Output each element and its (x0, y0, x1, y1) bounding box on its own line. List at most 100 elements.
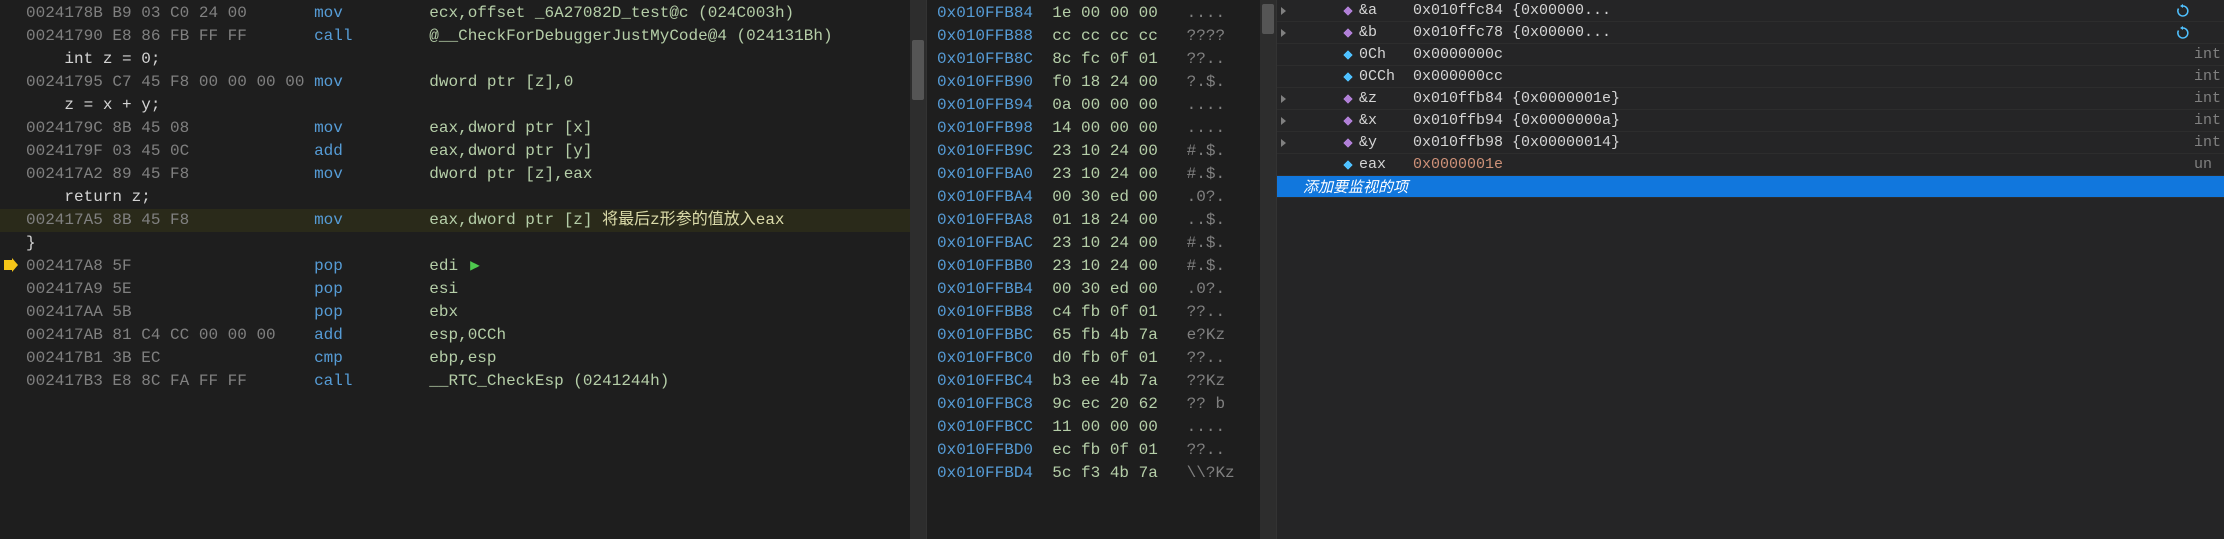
memory-row[interactable]: 0x010FFBA8 01 18 24 00 ..$. (927, 209, 1276, 232)
expand-toggle[interactable] (1281, 29, 1286, 37)
run-pointer-icon[interactable]: ▶ (470, 255, 480, 278)
disasm-line[interactable]: 00241795 C7 45 F8 00 00 00 00 mov dword … (0, 71, 926, 94)
watch-type: int (2194, 68, 2224, 85)
memory-row[interactable]: 0x010FFB9C 23 10 24 00 #.$. (927, 140, 1276, 163)
memory-row[interactable]: 0x010FFBBC 65 fb 4b 7a e?Kz (927, 324, 1276, 347)
memory-address: 0x010FFBA4 (937, 188, 1033, 206)
opcode-bytes: 8B 45 F8 (112, 211, 314, 229)
mnemonic: pop (314, 303, 429, 321)
disasm-line[interactable]: 002417A2 89 45 F8 mov dword ptr [z],eax (0, 163, 926, 186)
memory-row[interactable]: 0x010FFB8C 8c fc 0f 01 ??.. (927, 48, 1276, 71)
expand-toggle[interactable] (1281, 139, 1286, 147)
memory-hex: 8c fc 0f 01 (1033, 50, 1167, 68)
memory-row[interactable]: 0x010FFBC4 b3 ee 4b 7a ??Kz (927, 370, 1276, 393)
disasm-line[interactable]: 0024179C 8B 45 08 mov eax,dword ptr [x] (0, 117, 926, 140)
memory-ascii: .... (1167, 119, 1225, 137)
memory-row[interactable]: 0x010FFBD4 5c f3 4b 7a \\?Kz (927, 462, 1276, 485)
memory-ascii: .... (1167, 418, 1225, 436)
memory-address: 0x010FFBA0 (937, 165, 1033, 183)
memory-row[interactable]: 0x010FFBC8 9c ec 20 62 ?? b (927, 393, 1276, 416)
disasm-line[interactable]: 0024179F 03 45 0C add eax,dword ptr [y] (0, 140, 926, 163)
memory-address: 0x010FFBB8 (937, 303, 1033, 321)
watch-row[interactable]: &y0x010ffb98 {0x00000014}int (1277, 132, 2224, 154)
memory-row[interactable]: 0x010FFBD0 ec fb 0f 01 ??.. (927, 439, 1276, 462)
expand-toggle[interactable] (1281, 117, 1286, 125)
memory-row[interactable]: 0x010FFB84 1e 00 00 00 .... (927, 2, 1276, 25)
opcode-bytes: 5F (112, 257, 314, 275)
memory-row[interactable]: 0x010FFBAC 23 10 24 00 #.$. (927, 232, 1276, 255)
disasm-line[interactable]: 00241790 E8 86 FB FF FF call @__CheckFor… (0, 25, 926, 48)
scrollbar-thumb[interactable] (1262, 4, 1274, 34)
watch-name: &a (1359, 2, 1377, 19)
disasm-scrollbar[interactable] (910, 0, 926, 539)
watch-row[interactable]: eax0x0000001eun (1277, 154, 2224, 176)
address: 002417A5 (26, 211, 112, 229)
memory-ascii: .... (1167, 4, 1225, 22)
watch-add-placeholder[interactable]: 添加要监视的项 (1281, 176, 2224, 197)
memory-row[interactable]: 0x010FFBA4 00 30 ed 00 .0?. (927, 186, 1276, 209)
memory-row[interactable]: 0x010FFBB0 23 10 24 00 #.$. (927, 255, 1276, 278)
opcode-bytes: 3B EC (112, 349, 314, 367)
disasm-line[interactable]: 002417B3 E8 8C FA FF FF call __RTC_Check… (0, 370, 926, 393)
disassembly-panel[interactable]: 0024178B B9 03 C0 24 00 mov ecx,offset _… (0, 0, 926, 539)
expand-toggle[interactable] (1281, 95, 1286, 103)
watch-row[interactable]: 0CCh0x000000ccint (1277, 66, 2224, 88)
opcode-bytes: B9 03 C0 24 00 (112, 4, 314, 22)
operands: @__CheckForDebuggerJustMyCode@4 (024131B… (429, 27, 832, 45)
disasm-line[interactable]: } (0, 232, 926, 255)
memory-hex: 23 10 24 00 (1033, 257, 1167, 275)
operands: esp,0CCh (429, 326, 506, 344)
watch-value: 0x010ffc78 {0x00000... (1413, 24, 2176, 41)
watch-row[interactable]: &a0x010ffc84 {0x00000... (1277, 0, 2224, 22)
watch-row[interactable]: &z0x010ffb84 {0x0000001e}int (1277, 88, 2224, 110)
disasm-line[interactable]: 002417A5 8B 45 F8 mov eax,dword ptr [z] … (0, 209, 926, 232)
refresh-icon[interactable] (2176, 26, 2190, 40)
watch-type: int (2194, 112, 2224, 129)
disasm-line[interactable]: 002417B1 3B EC cmp ebp,esp (0, 347, 926, 370)
memory-hex: 00 30 ed 00 (1033, 280, 1167, 298)
expand-toggle[interactable] (1281, 7, 1286, 15)
watch-value: 0x010ffb98 {0x00000014} (1413, 134, 2194, 151)
watch-value: 0x000000cc (1413, 68, 2194, 85)
memory-panel[interactable]: 0x010FFB84 1e 00 00 00 ....0x010FFB88 cc… (926, 0, 1276, 539)
memory-row[interactable]: 0x010FFB90 f0 18 24 00 ?.$. (927, 71, 1276, 94)
memory-address: 0x010FFBC8 (937, 395, 1033, 413)
memory-row[interactable]: 0x010FFBB8 c4 fb 0f 01 ??.. (927, 301, 1276, 324)
refresh-icon[interactable] (2176, 4, 2190, 18)
memory-hex: 5c f3 4b 7a (1033, 464, 1167, 482)
address: 00241795 (26, 73, 112, 91)
memory-row[interactable]: 0x010FFB94 0a 00 00 00 .... (927, 94, 1276, 117)
watch-name: &b (1359, 24, 1377, 41)
operands: eax,dword ptr [y] (429, 142, 592, 160)
memory-scrollbar[interactable] (1260, 0, 1276, 539)
disasm-line[interactable]: 002417AB 81 C4 CC 00 00 00 add esp,0CCh (0, 324, 926, 347)
scrollbar-thumb[interactable] (912, 40, 924, 100)
watch-panel[interactable]: &a0x010ffc84 {0x00000... &b 0x010ffc78 {0x… (1276, 0, 2224, 539)
memory-row[interactable]: 0x010FFBC0 d0 fb 0f 01 ??.. (927, 347, 1276, 370)
memory-hex: 14 00 00 00 (1033, 119, 1167, 137)
disasm-line[interactable]: return z; (0, 186, 926, 209)
disasm-line[interactable]: int z = 0; (0, 48, 926, 71)
memory-row[interactable]: 0x010FFB98 14 00 00 00 .... (927, 117, 1276, 140)
address: 002417A9 (26, 280, 112, 298)
watch-row[interactable]: &b 0x010ffc78 {0x00000... (1277, 22, 2224, 44)
watch-row[interactable]: 0Ch0x0000000cint (1277, 44, 2224, 66)
watch-row[interactable]: &x0x010ffb94 {0x0000000a}int (1277, 110, 2224, 132)
disasm-line[interactable]: z = x + y; (0, 94, 926, 117)
memory-row[interactable]: 0x010FFBCC 11 00 00 00 .... (927, 416, 1276, 439)
memory-address: 0x010FFB8C (937, 50, 1033, 68)
memory-row[interactable]: 0x010FFBB4 00 30 ed 00 .0?. (927, 278, 1276, 301)
disasm-line[interactable]: 002417A9 5E pop esi (0, 278, 926, 301)
watch-add-row[interactable]: 添加要监视的项 (1277, 176, 2224, 198)
source-line: int z = 0; (26, 50, 160, 68)
disasm-line[interactable]: 002417A8 5F pop edi▶ (0, 255, 926, 278)
memory-hex: d0 fb 0f 01 (1033, 349, 1167, 367)
memory-row[interactable]: 0x010FFB88 cc cc cc cc ???? (927, 25, 1276, 48)
address: 0024179C (26, 119, 112, 137)
watch-type: un (2194, 156, 2224, 173)
memory-row[interactable]: 0x010FFBA0 23 10 24 00 #.$. (927, 163, 1276, 186)
memory-hex: 65 fb 4b 7a (1033, 326, 1167, 344)
disasm-line[interactable]: 0024178B B9 03 C0 24 00 mov ecx,offset _… (0, 2, 926, 25)
memory-ascii: ??.. (1167, 303, 1225, 321)
disasm-line[interactable]: 002417AA 5B pop ebx (0, 301, 926, 324)
